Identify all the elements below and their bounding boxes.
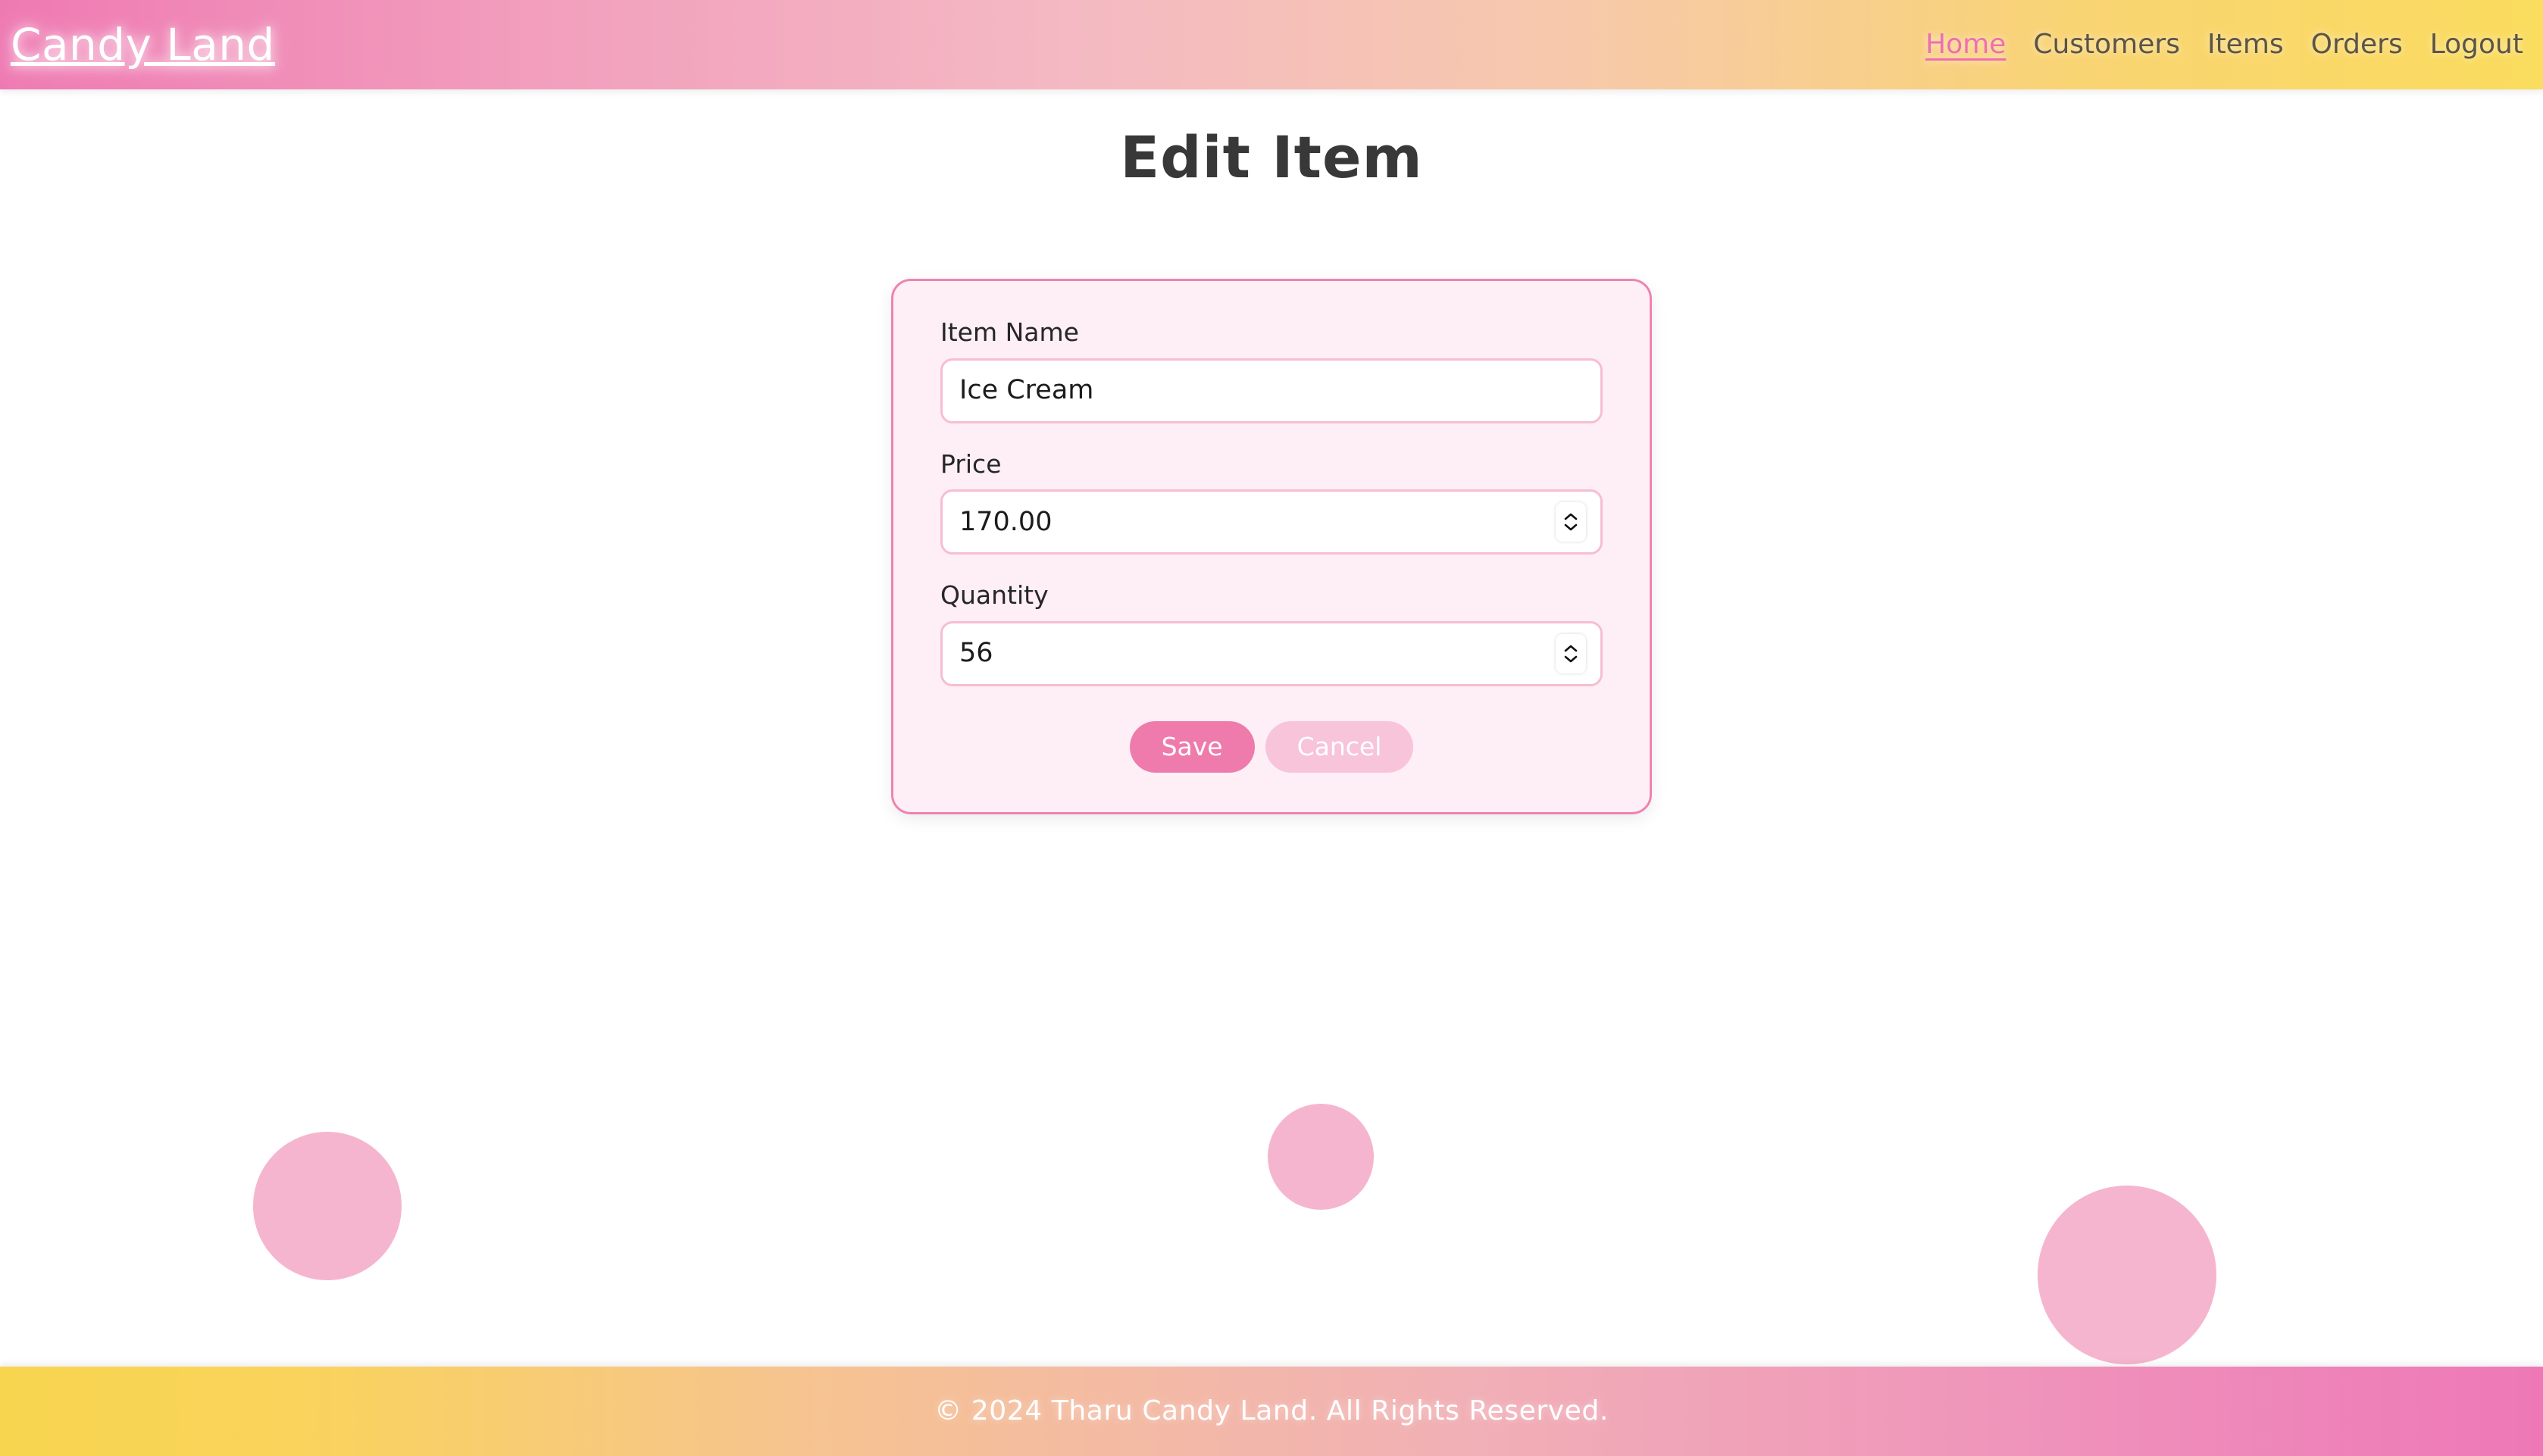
form-actions: Save Cancel (940, 720, 1603, 773)
chevron-down-icon[interactable] (1563, 655, 1578, 664)
item-name-input[interactable]: Ice Cream (940, 358, 1603, 423)
field-item-name: Item Name Ice Cream (940, 317, 1603, 423)
item-name-value: Ice Cream (959, 375, 1094, 406)
price-input-wrap: 170.00 (940, 489, 1603, 555)
item-name-input-wrap: Ice Cream (940, 358, 1603, 423)
nav-link-customers[interactable]: Customers (2033, 31, 2180, 58)
page-root: Candy Land Home Customers Items Orders L… (0, 0, 2543, 1456)
chevron-down-icon[interactable] (1563, 523, 1578, 532)
main-navigation: Home Customers Items Orders Logout (1925, 31, 2523, 58)
price-input[interactable]: 170.00 (940, 489, 1603, 555)
nav-link-logout[interactable]: Logout (2430, 31, 2523, 58)
nav-link-home[interactable]: Home (1925, 31, 2006, 58)
quantity-input[interactable]: 56 (940, 620, 1603, 686)
main-content: Edit Item Item Name Ice Cream Price 170.… (0, 89, 2543, 1367)
page-title: Edit Item (1120, 123, 1423, 191)
label-price: Price (940, 448, 1002, 479)
nav-link-items[interactable]: Items (2207, 31, 2284, 58)
label-quantity: Quantity (940, 580, 1049, 611)
field-quantity: Quantity 56 (940, 580, 1603, 686)
field-price: Price 170.00 (940, 449, 1603, 555)
footer-copyright: © 2024 Tharu Candy Land. All Rights Rese… (934, 1395, 1609, 1426)
edit-item-form-card: Item Name Ice Cream Price 170.00 Quantit… (891, 279, 1652, 815)
page-footer: © 2024 Tharu Candy Land. All Rights Rese… (0, 1367, 2543, 1456)
top-navbar: Candy Land Home Customers Items Orders L… (0, 0, 2543, 89)
price-value: 170.00 (959, 506, 1053, 537)
save-button[interactable]: Save (1129, 720, 1255, 773)
label-item-name: Item Name (940, 317, 1079, 347)
chevron-up-icon[interactable] (1563, 512, 1578, 521)
cancel-button[interactable]: Cancel (1265, 720, 1414, 773)
price-number-stepper[interactable] (1556, 502, 1586, 542)
nav-link-orders[interactable]: Orders (2311, 31, 2403, 58)
quantity-value: 56 (959, 638, 993, 669)
brand-logo[interactable]: Candy Land (11, 23, 275, 67)
chevron-up-icon[interactable] (1563, 644, 1578, 653)
quantity-number-stepper[interactable] (1556, 633, 1586, 673)
quantity-input-wrap: 56 (940, 620, 1603, 686)
